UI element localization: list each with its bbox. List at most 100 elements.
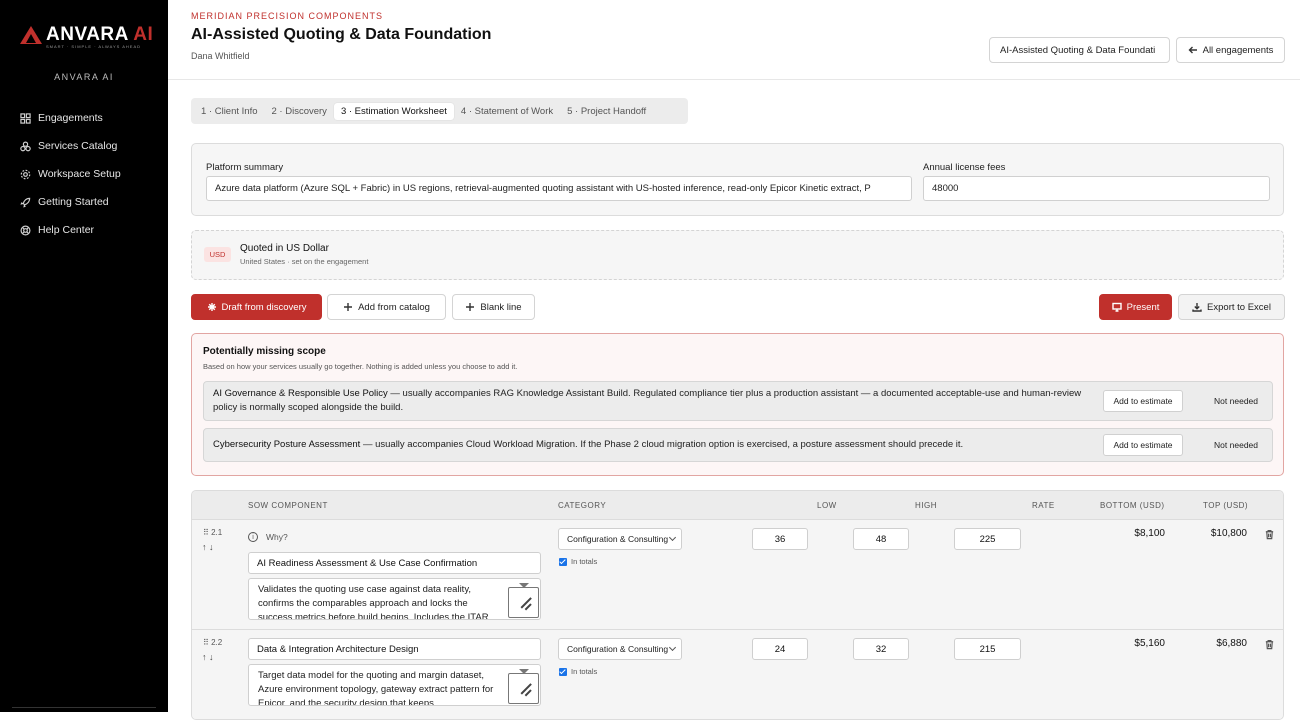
app-logo[interactable]: ANVARA AI — [20, 24, 153, 46]
logo-main: ANVARA — [46, 24, 129, 45]
tab-estimation-worksheet[interactable]: 3 · Estimation Worksheet — [333, 102, 454, 120]
workflow-tabs: 1 · Client Info 2 · Discovery 3 · Estima… — [191, 98, 688, 124]
lifebuoy-icon — [20, 225, 31, 235]
why-link[interactable]: i Why? — [248, 532, 288, 542]
export-to-excel-button[interactable]: Export to Excel — [1178, 294, 1285, 320]
sidebar-item-label: Services Catalog — [38, 140, 118, 152]
missing-scope-title: Potentially missing scope — [203, 346, 326, 357]
grid-icon — [20, 112, 31, 124]
chevron-down-icon — [668, 643, 677, 652]
table-row: ⠿ 2.2 ↑ ↓ Data & Integration Architectur… — [192, 630, 1283, 719]
category-value: Configuration & Consulting — [567, 644, 669, 654]
header-top: TOP (USD) — [1203, 501, 1249, 510]
tab-discovery[interactable]: 2 · Discovery — [265, 103, 334, 120]
header-rate: RATE — [1032, 501, 1055, 510]
currency-badge: USD — [204, 247, 231, 262]
all-engagements-button[interactable]: All engagements — [1176, 37, 1285, 63]
bottom-amount: $8,100 — [1134, 528, 1165, 539]
boxes-icon — [20, 141, 31, 151]
export-label: Export to Excel — [1207, 301, 1271, 313]
header-bottom: BOTTOM (USD) — [1100, 501, 1165, 510]
trash-icon — [1265, 640, 1274, 650]
in-totals-label: In totals — [571, 557, 598, 566]
in-totals-checkbox[interactable]: In totals — [559, 667, 597, 676]
low-hours-input[interactable]: 24 — [752, 638, 808, 660]
download-icon — [1192, 303, 1202, 312]
suggestion-text: AI Governance & Responsible Use Policy —… — [213, 387, 1093, 415]
not-needed-button[interactable]: Not needed — [1214, 396, 1258, 406]
header-high: HIGH — [915, 501, 937, 510]
description-text: Validates the quoting use case against d… — [258, 584, 489, 620]
table-row: ⠿ 2.1 ↑ ↓ i Why? AI Readiness Assessment … — [192, 520, 1283, 630]
category-select[interactable]: Configuration & Consulting — [558, 638, 682, 660]
checkbox-icon — [559, 557, 567, 566]
component-name-input[interactable]: AI Readiness Assessment & Use Case Confi… — [248, 552, 541, 574]
component-description[interactable]: Validates the quoting use case against d… — [248, 578, 541, 620]
sidebar: ANVARA AI SMART · SIMPLE · ALWAYS AHEAD … — [0, 0, 168, 712]
top-amount: $6,880 — [1216, 638, 1247, 649]
suggestion-text: Cybersecurity Posture Assessment — usual… — [213, 438, 1093, 452]
plus-icon — [344, 303, 353, 311]
delete-row-button[interactable] — [1264, 527, 1276, 540]
platform-summary-label: Platform summary — [206, 162, 284, 173]
bottom-amount: $5,160 — [1134, 638, 1165, 649]
row-number-label: 2.1 — [211, 528, 223, 537]
annual-license-input[interactable]: 48000 — [923, 176, 1270, 201]
not-needed-button[interactable]: Not needed — [1214, 440, 1258, 450]
engagement-switcher-button[interactable]: AI-Assisted Quoting & Data Foundati — [989, 37, 1170, 63]
reorder-arrows[interactable]: ↑ ↓ — [202, 652, 214, 662]
row-number-label: 2.2 — [211, 638, 223, 647]
sidebar-item-engagements[interactable]: Engagements — [20, 104, 121, 132]
category-value: Configuration & Consulting — [567, 534, 669, 544]
add-to-estimate-button[interactable]: Add to estimate — [1103, 390, 1183, 412]
gear-icon — [20, 169, 31, 179]
component-name-input[interactable]: Data & Integration Architecture Design — [248, 638, 541, 660]
delete-row-button[interactable] — [1264, 637, 1276, 650]
page-header: MERIDIAN PRECISION COMPONENTS AI-Assiste… — [168, 0, 1300, 80]
component-description[interactable]: Target data model for the quoting and ma… — [248, 664, 541, 706]
in-totals-checkbox[interactable]: In totals — [559, 557, 597, 566]
add-to-estimate-button[interactable]: Add to estimate — [1103, 434, 1183, 456]
all-engagements-label: All engagements — [1202, 44, 1274, 56]
reorder-arrows[interactable]: ↑ ↓ — [202, 542, 214, 552]
sidebar-item-help-center[interactable]: Help Center — [20, 216, 121, 244]
present-button[interactable]: Present — [1099, 294, 1172, 320]
top-amount: $10,800 — [1210, 528, 1247, 539]
sidebar-item-label: Help Center — [38, 224, 95, 236]
resize-handle-icon[interactable] — [508, 587, 539, 618]
draft-from-discovery-button[interactable]: Draft from discovery — [191, 294, 322, 320]
logo-ai: AI — [133, 24, 154, 45]
add-from-catalog-button[interactable]: Add from catalog — [327, 294, 446, 320]
why-label: Why? — [266, 532, 288, 542]
sidebar-item-getting-started[interactable]: Getting Started — [20, 188, 121, 216]
blank-line-button[interactable]: Blank line — [452, 294, 535, 320]
tab-project-handoff[interactable]: 5 · Project Handoff — [560, 103, 653, 120]
platform-summary-input[interactable]: Azure data platform (Azure SQL + Fabric)… — [206, 176, 912, 201]
platform-card: Platform summary Azure data platform (Az… — [191, 143, 1284, 216]
sidebar-item-services-catalog[interactable]: Services Catalog — [20, 132, 121, 160]
checkbox-icon — [559, 667, 567, 676]
tab-client-info[interactable]: 1 · Client Info — [194, 103, 265, 120]
draft-label: Draft from discovery — [221, 301, 307, 313]
info-icon: i — [248, 532, 258, 542]
resize-handle-icon[interactable] — [508, 673, 539, 704]
in-totals-label: In totals — [571, 667, 598, 676]
sidebar-item-label: Getting Started — [38, 196, 109, 208]
sidebar-item-workspace-setup[interactable]: Workspace Setup — [20, 160, 121, 188]
page-title: AI-Assisted Quoting & Data Foundation — [191, 26, 492, 43]
client-name: MERIDIAN PRECISION COMPONENTS — [191, 11, 384, 21]
description-text: Target data model for the quoting and ma… — [258, 670, 494, 706]
high-hours-input[interactable]: 32 — [853, 638, 909, 660]
rate-input[interactable]: 225 — [954, 528, 1021, 550]
drag-handle-icon[interactable]: ⠿ — [203, 528, 209, 537]
high-hours-input[interactable]: 48 — [853, 528, 909, 550]
tab-statement-of-work[interactable]: 4 · Statement of Work — [454, 103, 560, 120]
estimate-table: SOW COMPONENT CATEGORY LOW HIGH RATE BOT… — [191, 490, 1284, 720]
drag-handle-icon[interactable]: ⠿ — [203, 638, 209, 647]
rate-input[interactable]: 215 — [954, 638, 1021, 660]
engagement-switcher-label: AI-Assisted Quoting & Data Foundati — [1000, 44, 1156, 56]
low-hours-input[interactable]: 36 — [752, 528, 808, 550]
header-category: CATEGORY — [558, 501, 607, 510]
category-select[interactable]: Configuration & Consulting — [558, 528, 682, 550]
header-low: LOW — [817, 501, 837, 510]
